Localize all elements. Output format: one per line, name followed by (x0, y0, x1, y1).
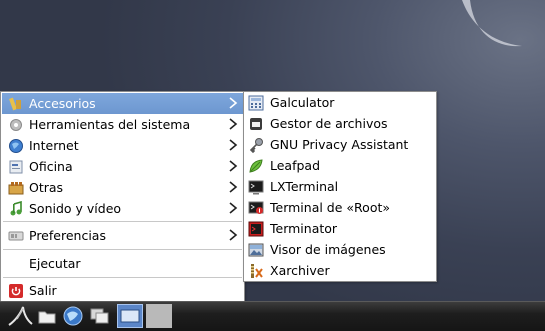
accessories-icon (8, 96, 24, 112)
start-menu-button[interactable] (6, 304, 34, 328)
submenu-arrow-icon (229, 139, 238, 151)
menu-item-salir[interactable]: Salir (2, 280, 243, 301)
office-icon (8, 159, 24, 175)
submenu-arrow-icon (229, 118, 238, 130)
menu-item-label: Accesorios (29, 96, 96, 111)
calculator-icon (248, 95, 264, 111)
terminator-icon (248, 221, 264, 237)
menu-item-preferencias[interactable]: Preferencias (2, 225, 243, 246)
menu-item-otras[interactable]: Otras (2, 177, 243, 198)
terminal-icon (248, 179, 264, 195)
other-apps-icon (8, 180, 24, 196)
submenu-item-leafpad[interactable]: Leafpad (245, 155, 435, 176)
submenu-item-label: Galculator (270, 95, 335, 110)
taskbar (0, 301, 545, 331)
submenu-item-label: Terminator (270, 221, 338, 236)
menu-item-label: Internet (29, 138, 79, 153)
submenu-item-lxterminal[interactable]: LXTerminal (245, 176, 435, 197)
submenu-item-label: GNU Privacy Assistant (270, 137, 409, 152)
submenu-item-label: Visor de imágenes (270, 242, 386, 257)
file-manager-icon (248, 116, 264, 132)
menu-separator (3, 221, 242, 222)
accessories-submenu: Galculator Gestor de archivos GNU Privac… (243, 91, 437, 282)
submenu-item-gpa[interactable]: GNU Privacy Assistant (245, 134, 435, 155)
submenu-item-label: LXTerminal (270, 179, 339, 194)
menu-separator (3, 249, 242, 250)
submenu-arrow-icon (229, 97, 238, 109)
logout-icon (8, 283, 24, 299)
file-manager-launcher[interactable] (36, 304, 58, 328)
submenu-item-label: Leafpad (270, 158, 321, 173)
submenu-item-root-terminal[interactable]: Terminal de «Root» (245, 197, 435, 218)
gpa-key-icon (248, 137, 264, 153)
submenu-item-terminator[interactable]: Terminator (245, 218, 435, 239)
menu-item-oficina[interactable]: Oficina (2, 156, 243, 177)
submenu-item-visor-imagenes[interactable]: Visor de imágenes (245, 239, 435, 260)
desktop-button[interactable] (117, 304, 143, 328)
archiver-icon (248, 263, 264, 279)
menu-item-label: Otras (29, 180, 64, 195)
menu-item-sonido-video[interactable]: Sonido y vídeo (2, 198, 243, 219)
browser-launcher[interactable] (61, 304, 85, 328)
root-terminal-icon (248, 200, 264, 216)
start-menu-icon (8, 306, 33, 326)
applications-menu: Accesorios Herramientas del sistema Inte… (0, 91, 245, 302)
image-viewer-icon (248, 242, 264, 258)
menu-item-label: Oficina (29, 159, 73, 174)
submenu-item-galculator[interactable]: Galculator (245, 92, 435, 113)
submenu-item-label: Xarchiver (270, 263, 330, 278)
submenu-arrow-icon (229, 202, 238, 214)
multimedia-icon (8, 200, 24, 217)
submenu-arrow-icon (229, 229, 238, 241)
menu-item-herramientas[interactable]: Herramientas del sistema (2, 114, 243, 135)
desktop-icon (120, 309, 140, 323)
submenu-item-xarchiver[interactable]: Xarchiver (245, 260, 435, 281)
system-tools-icon (8, 117, 24, 133)
menu-item-accesorios[interactable]: Accesorios (2, 93, 243, 114)
leafpad-icon (248, 158, 264, 174)
internet-globe-icon (8, 138, 24, 154)
submenu-arrow-icon (229, 181, 238, 193)
window-switcher-icon (90, 308, 109, 324)
file-manager-icon (38, 311, 56, 324)
window-switcher-button[interactable] (88, 304, 112, 328)
taskbar-empty-slot (146, 304, 172, 328)
menu-item-ejecutar[interactable]: Ejecutar (2, 253, 243, 274)
menu-item-label: Salir (29, 283, 57, 298)
submenu-item-label: Terminal de «Root» (270, 200, 391, 215)
submenu-item-label: Gestor de archivos (270, 116, 388, 131)
menu-item-label: Ejecutar (29, 256, 81, 271)
submenu-item-gestor-archivos[interactable]: Gestor de archivos (245, 113, 435, 134)
menu-item-label: Herramientas del sistema (29, 117, 191, 132)
browser-globe-icon (63, 306, 83, 326)
menu-item-label: Preferencias (29, 228, 106, 243)
menu-item-internet[interactable]: Internet (2, 135, 243, 156)
menu-item-label: Sonido y vídeo (29, 201, 122, 216)
preferences-icon (8, 228, 24, 244)
submenu-arrow-icon (229, 160, 238, 172)
menu-separator (3, 277, 242, 278)
